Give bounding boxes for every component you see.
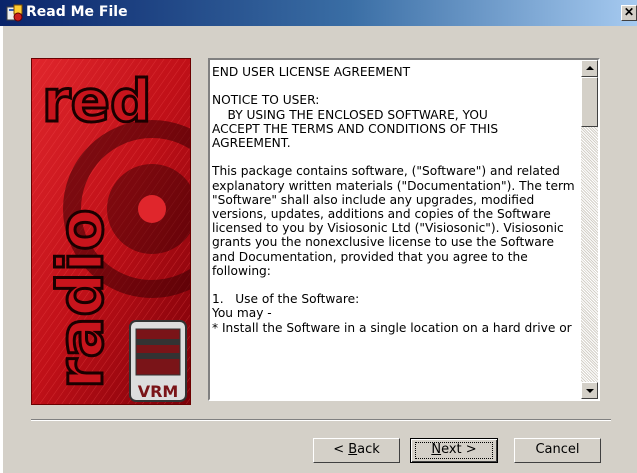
vrm-logo-icon: VRM xyxy=(129,320,187,402)
scroll-down-button[interactable] xyxy=(581,382,598,399)
window-title: Read Me File xyxy=(26,4,128,20)
close-button[interactable]: ✕ xyxy=(621,5,637,21)
installer-app-icon xyxy=(6,4,24,22)
title-bar[interactable]: Read Me File ✕ xyxy=(0,0,637,26)
focus-ring xyxy=(415,442,493,459)
back-button-mnemonic: B xyxy=(348,442,358,457)
cancel-button-label: Cancel xyxy=(535,442,580,457)
banner-logo-text: red xyxy=(42,67,151,135)
close-icon: ✕ xyxy=(623,5,635,19)
back-button-label: ack xyxy=(357,442,380,457)
license-scrollbar[interactable] xyxy=(581,60,598,399)
license-text-box[interactable]: END USER LICENSE AGREEMENT NOTICE TO USE… xyxy=(208,58,600,401)
cancel-button[interactable]: Cancel xyxy=(514,438,601,463)
back-button-arrow: < xyxy=(333,442,349,457)
back-button[interactable]: < Back xyxy=(313,438,400,463)
license-agreement-text: END USER LICENSE AGREEMENT NOTICE TO USE… xyxy=(212,65,575,335)
banner-vertical-text: radio xyxy=(44,208,117,389)
arrow-up-icon xyxy=(586,66,594,70)
window-frame xyxy=(0,26,3,473)
vrm-logo-text: VRM xyxy=(138,382,179,401)
scroll-up-button[interactable] xyxy=(581,60,598,77)
button-separator xyxy=(31,419,611,421)
next-button[interactable]: Next > xyxy=(410,438,498,463)
product-banner-image: red radio VRM xyxy=(31,58,191,405)
arrow-down-icon xyxy=(586,389,594,393)
scroll-thumb[interactable] xyxy=(581,77,598,127)
